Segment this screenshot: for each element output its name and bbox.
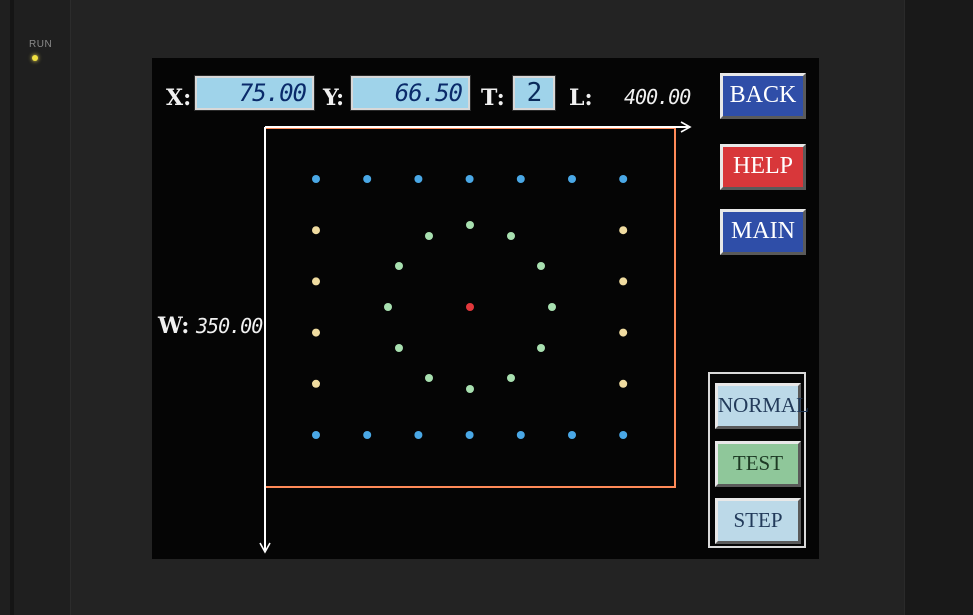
hmi-screen: X: 75.00 Y: 66.50 T: 2 L: 400.00 W: 350.… [152,58,819,559]
run-led-icon [32,55,38,61]
grid-point-blue [414,431,423,439]
bezel-edge [10,0,14,615]
run-label: RUN [29,39,53,50]
ring-point-green [425,231,433,240]
ring-point-green [507,231,515,240]
back-button[interactable]: BACK [720,73,806,119]
grid-point-blue [312,175,320,183]
grid-point-yellow [312,226,320,235]
grid-point-blue [465,431,474,439]
ring-point-green [394,262,403,270]
right-bezel [904,0,973,615]
ring-point-green [537,262,546,270]
ring-point-green [425,374,433,383]
grid-point-blue [465,175,474,183]
ring-point-green [466,385,474,393]
grid-point-blue [363,431,372,439]
ring-point-green [548,303,556,311]
grid-point-blue [363,175,372,183]
grid-point-yellow [619,226,628,235]
step-mode-button[interactable]: STEP [715,498,801,544]
grid-point-blue [414,175,423,183]
normal-mode-button[interactable]: NORMAL [715,383,809,429]
ring-point-green [394,344,403,352]
ring-point-green [537,344,546,352]
grid-point-blue [619,431,628,439]
grid-point-blue [568,431,576,439]
grid-point-blue [516,175,525,183]
ring-point-green [466,221,474,229]
ring-point-green [507,374,515,383]
grid-point-yellow [312,277,320,286]
help-button[interactable]: HELP [720,144,806,190]
grid-point-yellow [619,328,628,337]
grid-point-yellow [619,379,628,388]
grid-point-blue [568,175,576,183]
ring-point-green [384,303,392,311]
grid-point-yellow [312,379,320,388]
grid-point-yellow [619,277,628,286]
grid-point-blue [312,431,320,439]
center-point-red [466,303,474,311]
grid-point-blue [516,431,525,439]
test-mode-button[interactable]: TEST [715,441,801,487]
grid-point-yellow [312,328,320,337]
main-button[interactable]: MAIN [720,209,806,255]
grid-point-blue [619,175,628,183]
